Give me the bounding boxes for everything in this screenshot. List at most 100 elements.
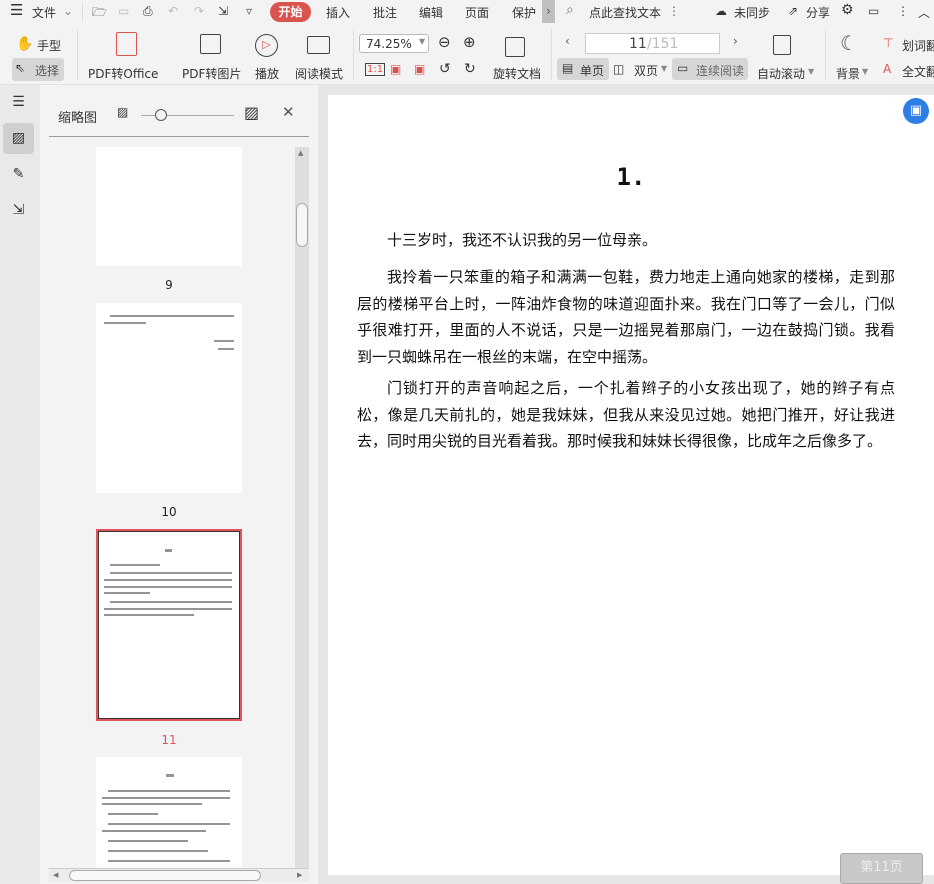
comment-icon[interactable]: ▭	[868, 4, 879, 18]
save-icon[interactable]: ▭	[118, 4, 129, 18]
fit-width-icon[interactable]: ▣	[414, 62, 425, 76]
sync-status[interactable]: 未同步	[734, 4, 770, 21]
read-mode-button[interactable]: 阅读模式	[295, 65, 343, 82]
menu-bar: ☰ 文件 ⌄ 🗁 ▭ ⎙ ↶ ↷ ⇲ ▿ 开始 插入 批注 编辑 页面 保护 ›…	[0, 0, 934, 25]
small-image-icon[interactable]: ▨	[117, 105, 128, 119]
auto-scroll-button[interactable]: 自动滚动	[757, 65, 805, 82]
export-word-icon[interactable]: ⇲	[3, 195, 34, 226]
thumbnail-page-11[interactable]	[96, 529, 242, 721]
tab-annotate[interactable]: 批注	[373, 4, 397, 21]
more-dropdown-icon[interactable]: ▿	[246, 4, 252, 18]
tab-page[interactable]: 页面	[465, 4, 489, 21]
page-total: /151	[647, 36, 679, 52]
more-icon[interactable]: ⋮	[897, 4, 909, 18]
actual-size-icon[interactable]: 1:1	[365, 63, 386, 76]
gear-icon[interactable]: ⚙	[841, 2, 854, 18]
scrollbar-thumb[interactable]	[296, 203, 308, 247]
close-icon[interactable]: ✕	[282, 103, 295, 121]
outline-icon[interactable]: ☰	[3, 87, 34, 118]
tab-insert[interactable]: 插入	[326, 4, 350, 21]
select-tool[interactable]: ⇖ 选择	[12, 58, 64, 81]
page-current: 11	[629, 36, 647, 52]
file-menu[interactable]: 文件	[32, 4, 56, 21]
double-page-button[interactable]: 双页	[634, 62, 658, 79]
double-page-icon: ◫	[613, 62, 625, 76]
thumbnail-panel: 缩略图 ▨ ▨ ✕ 9 10 11 ▲ ◀ ▶	[40, 85, 318, 884]
rotate-document-icon	[505, 37, 525, 57]
hamburger-icon[interactable]: ☰	[10, 1, 23, 19]
thumbnail-page-12[interactable]	[96, 757, 242, 869]
slider-handle[interactable]	[155, 109, 167, 121]
horizontal-scrollbar[interactable]: ◀ ▶	[49, 868, 309, 882]
tabs-scroll-right[interactable]: ›	[542, 0, 555, 23]
rotate-left-icon[interactable]: ↺	[439, 61, 451, 77]
hand-icon: ✋	[16, 36, 34, 52]
cursor-icon: ⇖	[15, 61, 26, 75]
book-icon	[307, 36, 330, 54]
chevron-down-icon: ▼	[808, 67, 815, 76]
pen-icon[interactable]: ✎	[3, 159, 34, 190]
rotate-right-icon[interactable]: ↻	[464, 61, 476, 77]
tab-edit[interactable]: 编辑	[419, 4, 443, 21]
thumbnail-icon[interactable]: ▨	[3, 123, 34, 154]
undo-icon[interactable]: ↶	[168, 4, 178, 18]
open-icon[interactable]: 🗁	[92, 3, 107, 24]
search-input[interactable]: 点此查找文本	[589, 4, 661, 21]
thumbnail-label: 9	[165, 278, 173, 292]
zoom-out-icon[interactable]: ⊖	[438, 33, 451, 51]
scroll-right-icon[interactable]: ▶	[297, 871, 302, 879]
export-icon[interactable]: ⇲	[218, 4, 228, 18]
thumbnail-label-active: 11	[161, 733, 177, 747]
hand-tool[interactable]: 手型	[37, 37, 61, 54]
full-translate-icon: A	[883, 62, 892, 76]
more-options-icon[interactable]: ⋮	[668, 4, 680, 18]
auto-scroll-icon	[773, 35, 791, 55]
tab-start[interactable]: 开始	[270, 2, 311, 22]
cloud-icon: ☁	[715, 4, 727, 18]
document-area: 1. 十三岁时，我还不认识我的另一位母亲。 我拎着一只笨重的箱子和满满一包鞋，费…	[318, 85, 934, 884]
previous-page-icon[interactable]: ‹	[565, 34, 570, 48]
play-button[interactable]: 播放	[255, 65, 279, 82]
thumbnail-page-10[interactable]	[96, 303, 242, 493]
h-scrollbar-thumb[interactable]	[69, 870, 261, 881]
full-translate-button[interactable]: 全文翻	[902, 63, 934, 80]
play-icon: ▷	[255, 34, 278, 57]
continuous-label: 连续阅读	[696, 64, 745, 78]
chevron-down-icon[interactable]: ⌄	[63, 4, 73, 18]
word-translate-icon: ⊤	[883, 36, 894, 50]
chapter-heading: 1.	[616, 163, 646, 191]
zoom-in-icon[interactable]: ⊕	[463, 33, 476, 51]
scroll-left-icon[interactable]: ◀	[53, 871, 58, 879]
paragraph: 十三岁时，我还不认识我的另一位母亲。	[387, 231, 658, 249]
thumbnail-label: 10	[161, 505, 177, 519]
redo-icon[interactable]: ↷	[194, 4, 204, 18]
single-page-button[interactable]: ▤ 单页	[557, 58, 609, 80]
scroll-up-icon[interactable]: ▲	[298, 149, 303, 157]
tab-protect[interactable]: 保护	[512, 4, 536, 21]
share-button[interactable]: 分享	[806, 4, 830, 21]
ribbon-toolbar: ✋ 手型 ⇖ 选择 PDF转Office PDF转图片 ▷ 播放 阅读模式 74…	[0, 25, 934, 85]
background-button[interactable]: 背景	[836, 65, 860, 82]
print-icon[interactable]: ⎙	[143, 4, 153, 19]
pdf-to-image-icon	[200, 34, 221, 54]
zoom-select[interactable]: 74.25% ▼	[359, 34, 429, 53]
page-number-input[interactable]: 11 /151	[585, 33, 720, 54]
collapse-ribbon-icon[interactable]: ︿	[918, 4, 930, 21]
pdf-to-office-icon	[116, 32, 137, 56]
panel-title: 缩略图	[58, 111, 98, 126]
rotate-document-button[interactable]: 旋转文档	[493, 65, 541, 82]
fit-page-icon[interactable]: ▣	[390, 62, 401, 76]
next-page-icon[interactable]: ›	[733, 34, 738, 48]
search-icon: ⌕	[566, 2, 574, 18]
word-translate-button[interactable]: 划词翻	[902, 37, 934, 54]
pdf-to-image-button[interactable]: PDF转图片	[182, 65, 241, 82]
moon-icon: ☾	[840, 31, 858, 55]
select-label: 选择	[35, 64, 60, 78]
floating-tool-icon[interactable]: ▣	[903, 98, 929, 124]
thumbnail-page-9[interactable]	[96, 147, 242, 266]
pdf-to-office-button[interactable]: PDF转Office	[88, 65, 158, 82]
vertical-scrollbar[interactable]: ▲	[295, 147, 309, 869]
large-image-icon[interactable]: ▨	[244, 103, 259, 122]
continuous-read-button[interactable]: ▭ 连续阅读	[672, 58, 748, 80]
single-page-icon: ▤	[562, 61, 574, 75]
